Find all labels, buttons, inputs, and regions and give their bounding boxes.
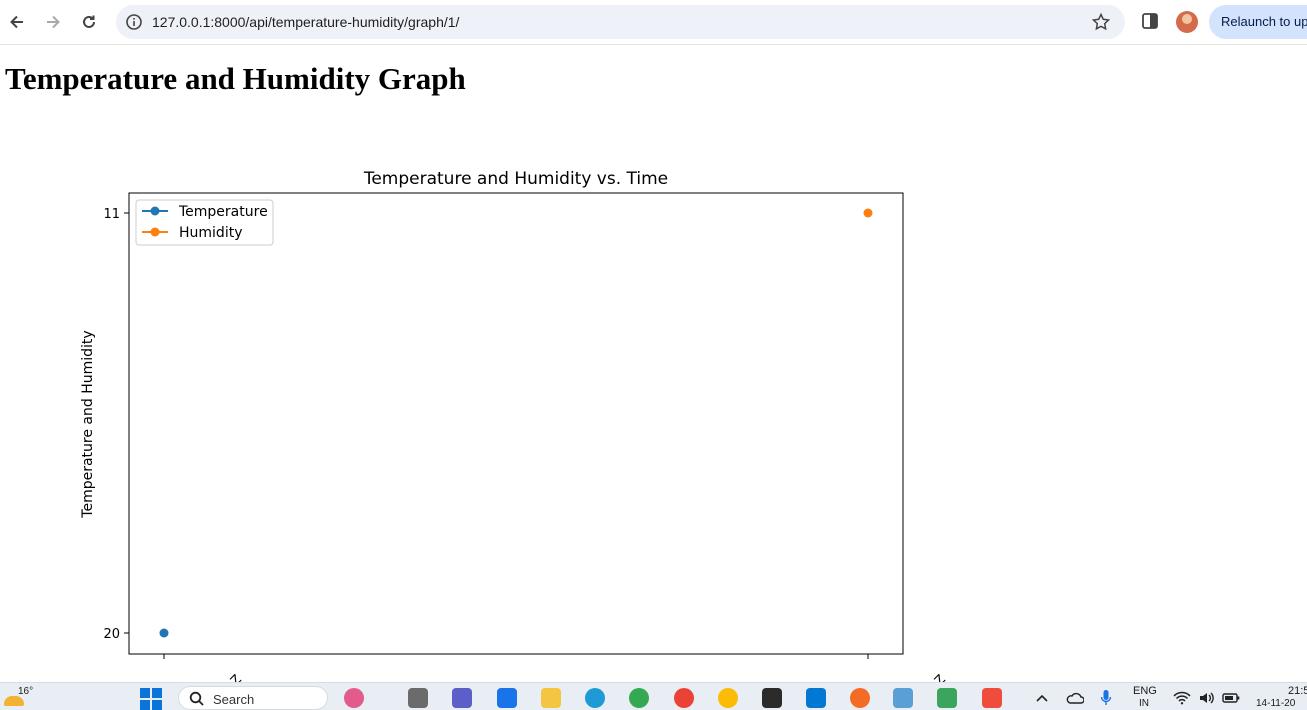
data-point-humidity — [863, 208, 873, 218]
microphone-icon[interactable] — [1100, 689, 1112, 707]
y-tick-label: 11 — [103, 207, 120, 222]
temperature-humidity-chart: Temperature and Humidity vs. Time Temper… — [80, 169, 949, 682]
data-points — [159, 208, 873, 638]
address-bar[interactable]: 127.0.0.1:8000/api/temperature-humidity/… — [116, 5, 1125, 39]
search-icon — [189, 691, 204, 706]
windows-start-icon[interactable] — [140, 688, 162, 710]
y-axis-label: Temperature and Humidity — [80, 330, 96, 518]
chevron-up-icon[interactable] — [1036, 693, 1048, 703]
arrow-right-icon — [47, 15, 60, 29]
onedrive-icon[interactable] — [1066, 692, 1084, 704]
file-explorer-icon[interactable] — [541, 688, 561, 708]
side-panel-icon[interactable] — [1141, 12, 1159, 30]
page-title: Temperature and Humidity Graph — [5, 61, 466, 96]
x-tick-label: …Z — [219, 672, 245, 682]
widget-app-icon[interactable] — [344, 688, 364, 708]
mail-icon[interactable] — [497, 688, 517, 708]
clock-time[interactable]: 21:5 — [1288, 685, 1307, 697]
terminal-icon[interactable] — [762, 688, 782, 708]
x-axis-ticks: …Z …Z — [163, 654, 949, 682]
battery-icon[interactable] — [1222, 692, 1240, 704]
volume-icon[interactable] — [1198, 691, 1216, 705]
teams-icon[interactable] — [452, 688, 472, 708]
legend: Temperature Humidity — [135, 199, 274, 246]
language-region[interactable]: IN — [1139, 698, 1149, 710]
chrome-profile-2-icon[interactable] — [718, 688, 738, 708]
legend-marker-humidity — [150, 227, 160, 237]
git-icon[interactable] — [937, 688, 957, 708]
notepad-icon[interactable] — [893, 688, 913, 708]
y-axis-ticks: 2011 — [103, 207, 129, 642]
vscode-icon[interactable] — [806, 688, 826, 708]
search-label: Search — [213, 692, 255, 707]
data-point-temperature — [159, 628, 169, 638]
chart-title: Temperature and Humidity vs. Time — [363, 169, 668, 189]
legend-marker-temperature — [150, 206, 160, 216]
snipping-tool-icon[interactable] — [982, 688, 1002, 708]
windows-taskbar: 16° Search ENG IN 21:5 14-11-20 — [0, 682, 1307, 710]
legend-label-temperature: Temperature — [178, 204, 268, 220]
reload-button[interactable] — [75, 8, 103, 36]
chrome-icon[interactable] — [629, 688, 649, 708]
task-view-icon[interactable] — [408, 688, 428, 708]
relaunch-button[interactable]: Relaunch to update — [1209, 5, 1307, 39]
y-tick-label: 20 — [103, 627, 120, 642]
weather-icon[interactable] — [4, 696, 24, 706]
forward-button[interactable] — [39, 8, 67, 36]
x-tick-label: …Z — [923, 672, 949, 682]
legend-label-humidity: Humidity — [179, 225, 242, 241]
wifi-icon[interactable] — [1173, 691, 1191, 705]
language-indicator[interactable]: ENG — [1133, 685, 1157, 697]
profile-avatar[interactable] — [1176, 11, 1198, 33]
bookmark-star-icon[interactable] — [1091, 12, 1111, 32]
chrome-profile-icon[interactable] — [674, 688, 694, 708]
clock-date[interactable]: 14-11-20 — [1256, 698, 1307, 710]
taskbar-search[interactable]: Search — [178, 686, 328, 710]
browser-toolbar: 127.0.0.1:8000/api/temperature-humidity/… — [0, 0, 1307, 45]
arrow-left-icon — [10, 15, 23, 29]
weather-temperature[interactable]: 16° — [18, 686, 33, 697]
site-info-icon[interactable] — [125, 13, 143, 31]
reload-icon — [83, 15, 95, 28]
edge-icon[interactable] — [585, 688, 605, 708]
plot-area — [128, 192, 904, 655]
back-button[interactable] — [3, 8, 31, 36]
postman-icon[interactable] — [850, 688, 870, 708]
url-text[interactable]: 127.0.0.1:8000/api/temperature-humidity/… — [152, 14, 459, 30]
